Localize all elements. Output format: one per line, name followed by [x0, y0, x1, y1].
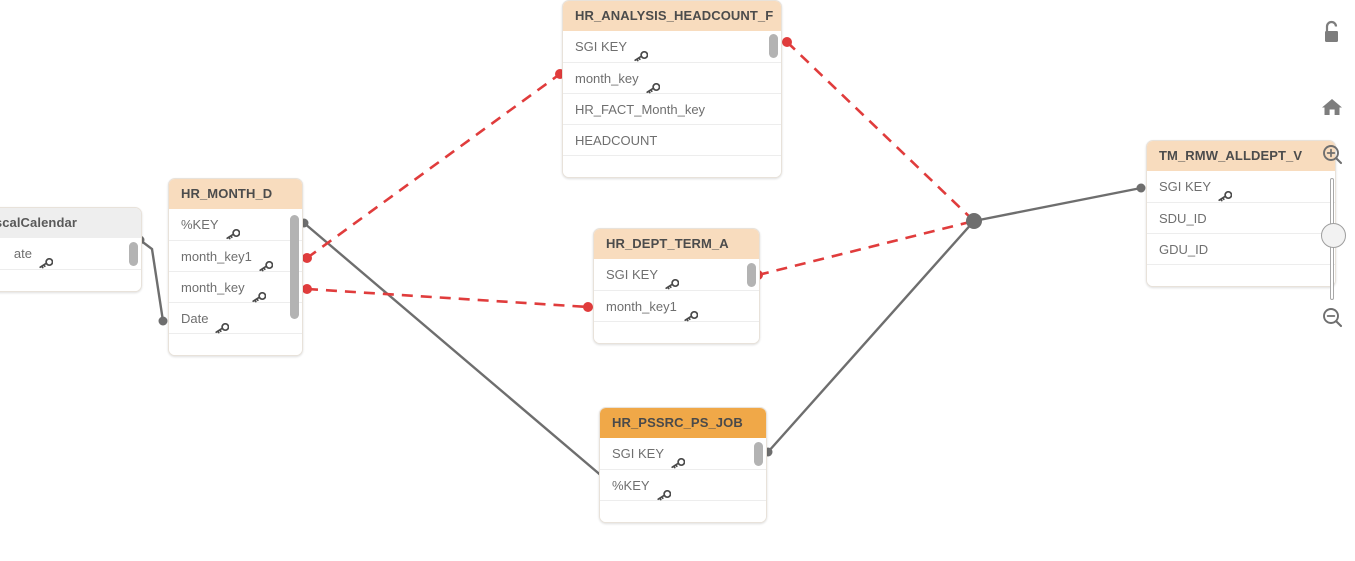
field-name: HR_FACT_Month_key — [575, 101, 706, 117]
field-name: SDU_ID — [1159, 210, 1207, 226]
synthetic-link-deptterm-junction — [757, 219, 975, 277]
home-icon[interactable] — [1317, 92, 1347, 122]
field-row[interactable]: Date — [169, 302, 302, 333]
field-name: %KEY — [181, 217, 219, 232]
key-icon — [665, 270, 680, 290]
key-icon — [225, 220, 240, 240]
table-title: HR_PSSRC_PS_JOB — [600, 408, 766, 438]
link-fiscalcalendar-hrmonthd — [139, 239, 165, 322]
table-scrollbar[interactable] — [754, 442, 763, 466]
table-scrollbar[interactable] — [290, 215, 299, 319]
field-row[interactable]: HEADCOUNT — [563, 124, 781, 155]
field-row-empty — [0, 269, 141, 291]
key-icon — [634, 42, 649, 62]
field-row[interactable]: GDU_ID — [1147, 233, 1335, 264]
field-row[interactable]: month_key1 — [169, 240, 302, 271]
field-row[interactable]: %KEY — [600, 469, 766, 500]
canvas-toolbar[interactable] — [1309, 0, 1355, 561]
field-name: month_key — [575, 70, 639, 86]
key-icon — [645, 74, 660, 93]
field-list: ate — [0, 238, 141, 291]
field-row[interactable]: SGI KEY — [1147, 171, 1335, 202]
link-endpoint — [158, 316, 168, 326]
key-icon — [671, 449, 686, 469]
field-row[interactable]: ate — [0, 238, 141, 269]
link-endpoint — [302, 284, 312, 294]
field-name: HEADCOUNT — [575, 132, 658, 148]
table-title: TM_RMW_ALLDEPT_V — [1147, 141, 1335, 171]
field-row-empty — [600, 500, 766, 522]
field-row[interactable]: month_key — [169, 271, 302, 302]
data-model-canvas[interactable]: scalCalendar ate HR_MONTH_D %KEY month_k… — [0, 0, 1355, 561]
link-endpoint — [782, 37, 792, 47]
table-scrollbar[interactable] — [747, 263, 756, 287]
field-name: ate — [13, 246, 32, 261]
field-row-empty — [169, 333, 302, 355]
key-icon — [39, 249, 54, 269]
table-hr-analysis-headcount-f[interactable]: HR_ANALYSIS_HEADCOUNT_F SGI KEY month_ke… — [562, 0, 782, 178]
field-name: Date — [181, 310, 209, 326]
link-endpoint — [1136, 183, 1146, 193]
key-icon — [251, 283, 266, 302]
field-row[interactable]: SGI KEY — [563, 31, 781, 62]
table-hr-month-d[interactable]: HR_MONTH_D %KEY month_key1 month_key Dat… — [168, 178, 303, 356]
key-icon — [684, 302, 699, 321]
field-row-empty — [594, 321, 759, 343]
field-name: GDU_ID — [1159, 241, 1209, 257]
table-title: HR_ANALYSIS_HEADCOUNT_F — [563, 1, 781, 31]
synthetic-link-hrmonthd-headcount — [306, 72, 561, 260]
field-list: SGI KEY month_key HR_FACT_Month_key HEAD… — [563, 31, 781, 177]
field-list: %KEY month_key1 month_key Date — [169, 209, 302, 355]
zoom-out-icon[interactable] — [1317, 303, 1347, 333]
field-row[interactable]: SGI KEY — [594, 259, 759, 290]
field-name: SGI KEY — [1159, 179, 1212, 194]
table-hr-dept-term-a[interactable]: HR_DEPT_TERM_A SGI KEY month_key1 — [593, 228, 760, 344]
link-hrpssrcpsjob-junction — [767, 220, 975, 453]
field-list: SGI KEY %KEY — [600, 438, 766, 522]
field-name: SGI KEY — [606, 267, 659, 282]
field-row[interactable]: month_key1 — [594, 290, 759, 321]
field-name: month_key1 — [606, 298, 677, 314]
field-row[interactable]: HR_FACT_Month_key — [563, 93, 781, 124]
field-name: %KEY — [612, 477, 650, 493]
link-junction-node — [966, 213, 982, 229]
table-title: HR_DEPT_TERM_A — [594, 229, 759, 259]
key-icon — [1218, 182, 1233, 202]
field-row-empty — [1147, 264, 1335, 286]
table-tm-rmw-alldept-v[interactable]: TM_RMW_ALLDEPT_V SGI KEY SDU_ID GDU_ID — [1146, 140, 1336, 287]
link-endpoint — [302, 253, 312, 263]
synthetic-link-hrmonthd-deptterm — [306, 287, 589, 309]
synthetic-link-headcount-junction — [786, 41, 975, 222]
table-scrollbar[interactable] — [129, 242, 138, 266]
link-junction-tmrmwalldeptv — [973, 186, 1142, 223]
field-name: month_key — [181, 279, 245, 295]
link-endpoint — [583, 302, 593, 312]
field-name: SGI KEY — [612, 446, 665, 461]
table-fiscalcalendar[interactable]: scalCalendar ate — [0, 207, 142, 292]
key-icon — [656, 481, 671, 500]
link-hrmonthd-hrpssrcpsjob — [303, 222, 618, 490]
table-hr-pssrc-ps-job[interactable]: HR_PSSRC_PS_JOB SGI KEY %KEY — [599, 407, 767, 523]
zoom-slider-handle[interactable] — [1321, 223, 1346, 248]
table-scrollbar[interactable] — [769, 34, 778, 58]
key-icon — [215, 314, 230, 333]
field-name: SGI KEY — [575, 39, 628, 54]
field-name: month_key1 — [181, 248, 252, 264]
zoom-in-icon[interactable] — [1317, 140, 1347, 170]
field-row[interactable]: SGI KEY — [600, 438, 766, 469]
field-row[interactable]: month_key — [563, 62, 781, 93]
key-icon — [259, 252, 274, 271]
table-title: scalCalendar — [0, 208, 141, 238]
unlock-icon[interactable] — [1317, 18, 1347, 48]
table-title: HR_MONTH_D — [169, 179, 302, 209]
field-list: SGI KEY month_key1 — [594, 259, 759, 343]
field-list: SGI KEY SDU_ID GDU_ID — [1147, 171, 1335, 286]
field-row-empty — [563, 155, 781, 177]
field-row[interactable]: %KEY — [169, 209, 302, 240]
field-row[interactable]: SDU_ID — [1147, 202, 1335, 233]
